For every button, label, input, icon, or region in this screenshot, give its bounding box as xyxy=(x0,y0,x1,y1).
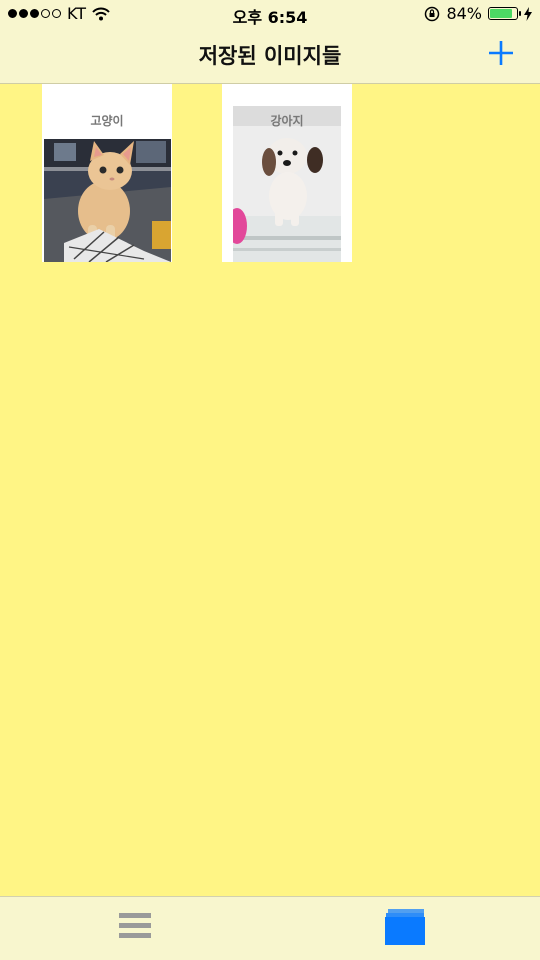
image-card[interactable]: 고양이 xyxy=(42,84,172,262)
page-title: 저장된 이미지들 xyxy=(198,44,342,68)
status-bar: KT 오후 6:54 84% xyxy=(0,0,540,28)
image-card[interactable]: 강아지 xyxy=(222,84,352,262)
image-label: 고양이 xyxy=(90,114,124,128)
navigation-bar: 저장된 이미지들 xyxy=(0,28,540,84)
charging-icon xyxy=(524,6,532,21)
image-label: 강아지 xyxy=(270,114,304,128)
image-grid: 고양이 강아지 xyxy=(0,84,540,896)
tab-gallery[interactable] xyxy=(374,903,434,955)
puppy-image xyxy=(233,106,341,262)
tab-bar xyxy=(0,896,540,960)
status-right: 84% xyxy=(424,4,532,23)
plus-icon xyxy=(489,41,513,65)
battery-icon xyxy=(488,7,521,20)
add-image-button[interactable] xyxy=(486,38,516,68)
stack-icon xyxy=(385,909,425,945)
kitten-image xyxy=(44,139,171,262)
battery-percent: 84% xyxy=(446,4,482,23)
list-icon xyxy=(119,913,151,938)
orientation-lock-icon xyxy=(425,6,440,21)
tab-list[interactable] xyxy=(105,903,165,955)
